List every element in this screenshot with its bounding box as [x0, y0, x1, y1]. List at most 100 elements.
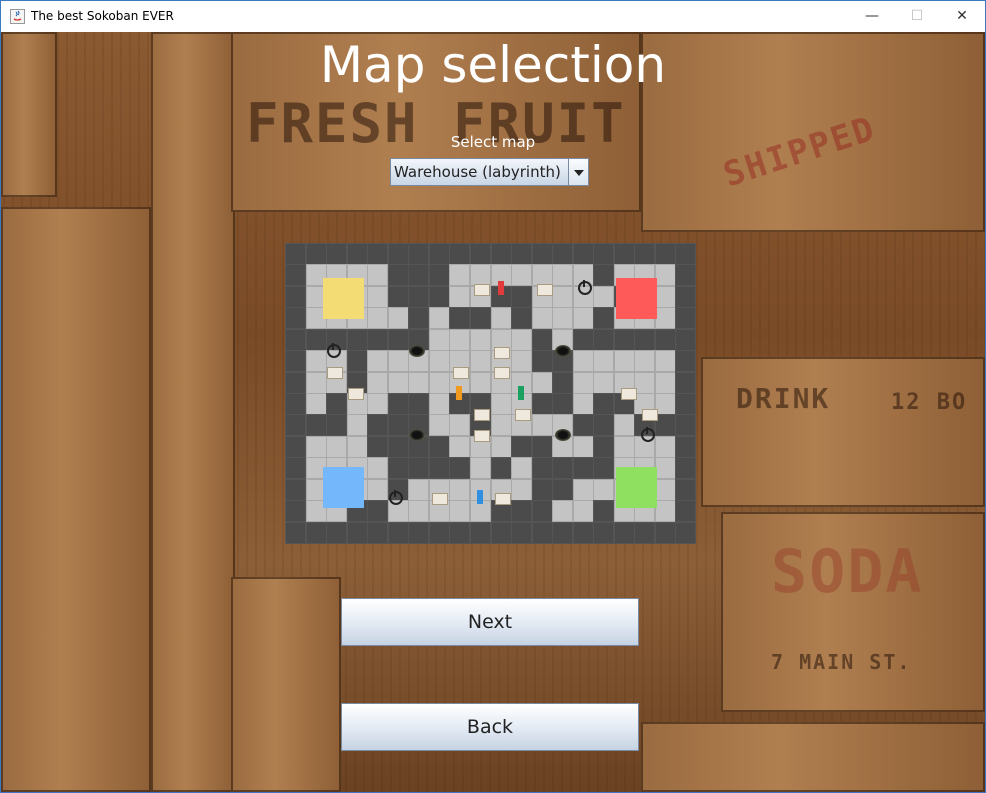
- wall-tile: [408, 393, 430, 415]
- goal-zone-yellow: [323, 278, 364, 319]
- floor-tile: [449, 264, 471, 287]
- crate-icon: [494, 367, 510, 379]
- maximize-button[interactable]: ☐: [894, 1, 940, 32]
- floor-tile: [654, 307, 676, 330]
- floor-tile: [613, 435, 635, 458]
- chevron-down-icon[interactable]: [568, 159, 588, 185]
- floor-tile: [654, 393, 676, 415]
- floor-tile: [408, 478, 430, 501]
- goal-zone-green: [616, 467, 657, 508]
- floor-tile: [428, 393, 450, 415]
- wall-tile: [387, 435, 409, 458]
- wall-tile: [511, 243, 533, 265]
- wall-tile: [531, 457, 553, 480]
- wall-tile: [654, 328, 676, 351]
- floor-tile: [449, 478, 471, 501]
- crate-icon: [474, 430, 490, 442]
- wall-tile: [572, 457, 594, 480]
- wall-tile: [511, 307, 533, 330]
- close-button[interactable]: ✕: [939, 1, 985, 32]
- wall-tile: [511, 521, 533, 544]
- bg-text-7-main-st: 7 MAIN ST.: [771, 650, 912, 674]
- wall-tile: [593, 457, 615, 480]
- wall-tile: [490, 521, 512, 544]
- floor-tile: [367, 285, 389, 308]
- wall-tile: [675, 393, 697, 415]
- wall-tile: [654, 521, 676, 544]
- map-select-dropdown[interactable]: Warehouse (labyrinth): [390, 158, 589, 186]
- power-switch-icon: [327, 343, 341, 358]
- wall-tile: [428, 285, 450, 308]
- floor-tile: [654, 457, 676, 480]
- wall-tile: [531, 243, 553, 265]
- wall-tile: [346, 243, 368, 265]
- floor-tile: [490, 393, 512, 415]
- floor-tile: [408, 500, 430, 523]
- floor-tile: [531, 371, 553, 394]
- floor-tile: [654, 371, 676, 394]
- floor-tile: [408, 371, 430, 394]
- wall-tile: [408, 521, 430, 544]
- floor-tile: [367, 393, 389, 415]
- floor-tile: [490, 414, 512, 437]
- map-select-value: Warehouse (labyrinth): [394, 163, 561, 181]
- wall-tile: [305, 414, 327, 437]
- floor-tile: [552, 307, 574, 330]
- wall-tile: [593, 521, 615, 544]
- floor-tile: [469, 328, 491, 351]
- floor-tile: [387, 350, 409, 373]
- wall-tile: [675, 371, 697, 394]
- wall-tile: [552, 478, 574, 501]
- floor-tile: [572, 393, 594, 415]
- wall-tile: [387, 285, 409, 308]
- crate-icon: [495, 493, 511, 505]
- floor-tile: [367, 350, 389, 373]
- wall-tile: [511, 435, 533, 458]
- wall-tile: [675, 350, 697, 373]
- wall-tile: [285, 435, 306, 458]
- floor-tile: [490, 435, 512, 458]
- goal-zone-blue: [323, 467, 364, 508]
- wall-tile: [367, 435, 389, 458]
- floor-tile: [449, 500, 471, 523]
- wall-tile: [428, 243, 450, 265]
- wall-tile: [367, 243, 389, 265]
- wall-tile: [634, 328, 656, 351]
- back-button[interactable]: Back: [341, 703, 639, 751]
- wall-tile: [531, 350, 553, 373]
- goal-zone-red: [616, 278, 657, 319]
- title-bar[interactable]: The best Sokoban EVER — ☐ ✕: [1, 1, 985, 32]
- wall-tile: [613, 328, 635, 351]
- crate-icon: [515, 409, 531, 421]
- wall-tile: [408, 457, 430, 480]
- crate-icon: [537, 284, 553, 296]
- wall-tile: [428, 457, 450, 480]
- wall-tile: [634, 521, 656, 544]
- wall-tile: [511, 285, 533, 308]
- wall-tile: [408, 264, 430, 287]
- floor-tile: [428, 328, 450, 351]
- app-window: The best Sokoban EVER — ☐ ✕ FRESH FRUIT …: [0, 0, 986, 793]
- wall-tile: [326, 414, 348, 437]
- crate-icon: [432, 493, 448, 505]
- wall-tile: [285, 264, 306, 287]
- wall-tile: [572, 521, 594, 544]
- floor-tile: [367, 307, 389, 330]
- wall-tile: [428, 521, 450, 544]
- bg-text-soda: SODA: [771, 537, 924, 607]
- floor-tile: [634, 350, 656, 373]
- hole-icon: [409, 429, 425, 441]
- wall-tile: [408, 243, 430, 265]
- wall-tile: [285, 243, 306, 265]
- wall-tile: [675, 435, 697, 458]
- wall-tile: [285, 307, 306, 330]
- minimize-button[interactable]: —: [849, 1, 895, 32]
- floor-tile: [593, 478, 615, 501]
- next-button[interactable]: Next: [341, 598, 639, 646]
- wall-tile: [675, 500, 697, 523]
- floor-tile: [613, 414, 635, 437]
- floor-tile: [469, 350, 491, 373]
- floor-tile: [654, 500, 676, 523]
- floor-tile: [511, 328, 533, 351]
- wall-tile: [346, 521, 368, 544]
